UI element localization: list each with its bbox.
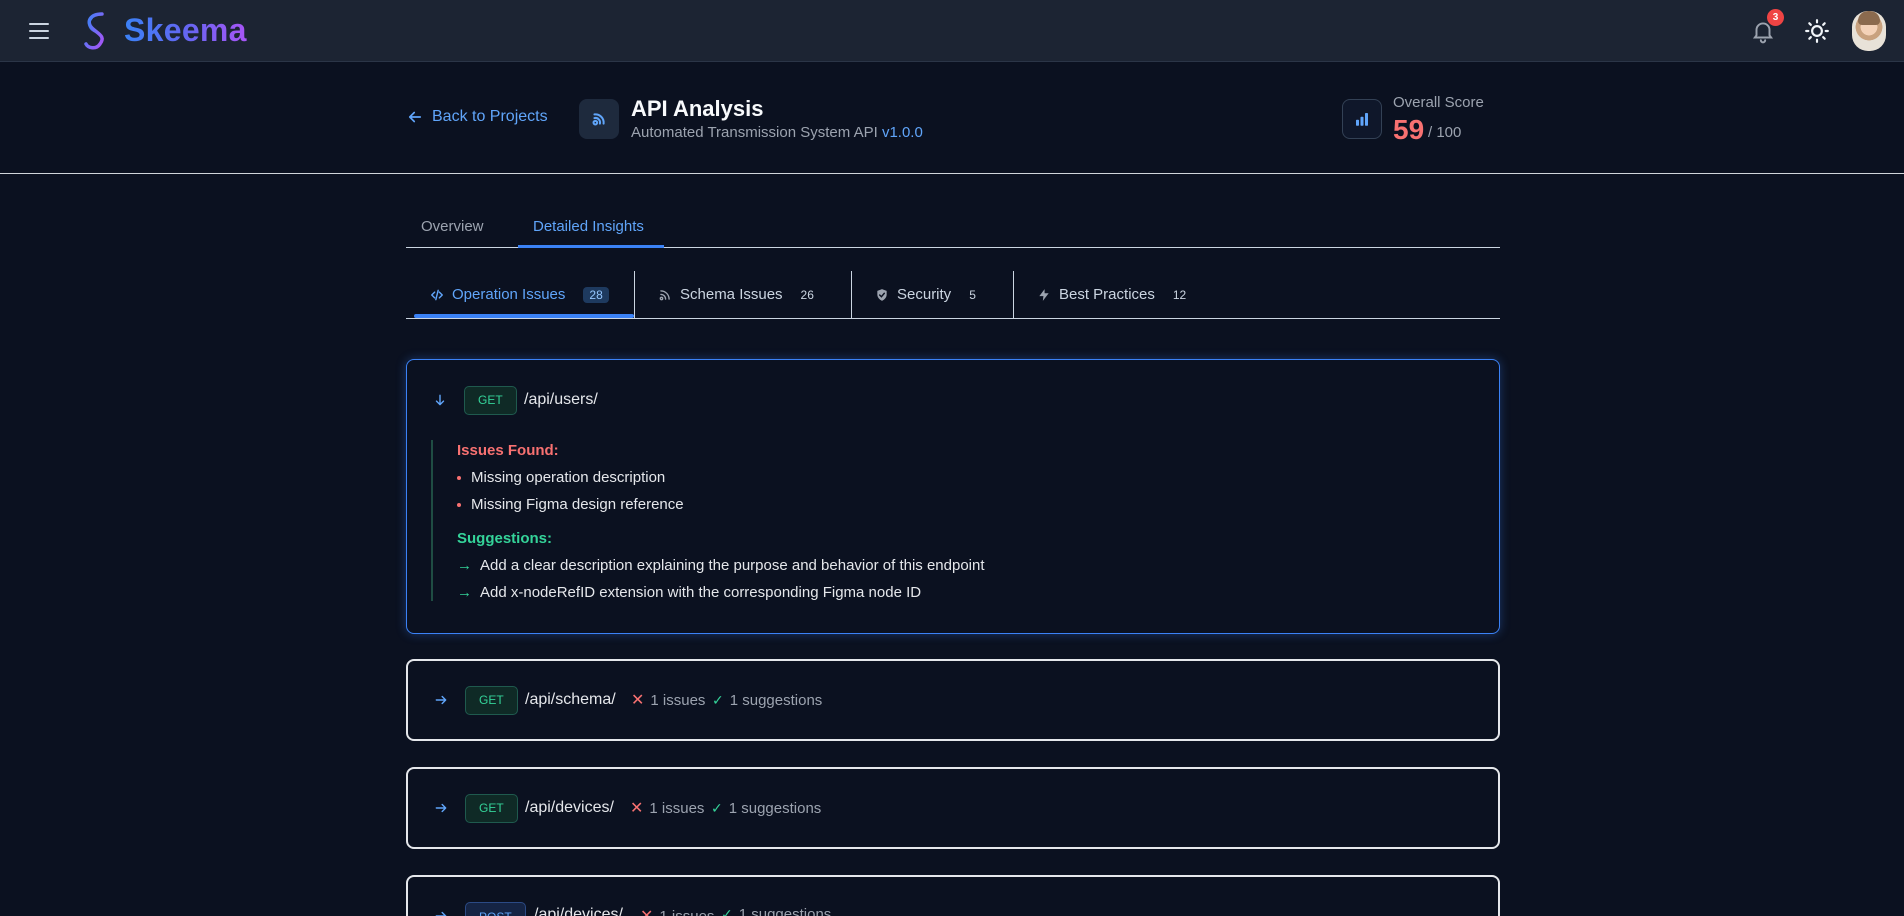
endpoint-card-header[interactable]: GET /api/schema/ ✕ 1 issues ✓ 1 suggestion…: [408, 661, 1498, 739]
tab-label: Security: [897, 286, 952, 303]
rss-icon: [659, 289, 670, 300]
tab-schema-issues[interactable]: Schema Issues 26: [634, 271, 852, 318]
arrow-right-icon[interactable]: [434, 909, 448, 916]
suggestion-text: Add x-nodeRefID extension with the corre…: [480, 584, 922, 601]
page-title: API Analysis: [631, 96, 764, 121]
arrow-left-icon: [408, 111, 422, 123]
tab-label: Schema Issues: [680, 286, 783, 303]
chevron-down-arrow-icon[interactable]: [433, 393, 447, 407]
endpoint-card: GET /api/schema/ ✕ 1 issues ✓ 1 suggestion…: [406, 659, 1500, 741]
overall-score-value: 59: [1393, 114, 1425, 145]
insight-subtabs: Operation Issues 28 Schema Issues 26 Sec…: [406, 271, 1500, 319]
suggestion-item: → Add a clear description explaining the …: [457, 557, 1471, 574]
endpoint-path: /api/users/: [524, 391, 598, 408]
issue-text: Missing Figma design reference: [471, 496, 684, 513]
hamburger-menu-icon[interactable]: [29, 22, 51, 40]
endpoint-card-header[interactable]: POST /api/devices/ ✕ 1 issues ✓ 1 suggesti…: [408, 877, 1498, 916]
brand-name[interactable]: Skeema: [124, 12, 247, 49]
tab-count-badge: 26: [800, 287, 814, 302]
code-icon: [431, 289, 443, 300]
suggestions-count: ✓ 1 suggestions: [721, 906, 831, 916]
endpoint-card: POST /api/devices/ ✕ 1 issues ✓ 1 suggesti…: [406, 875, 1500, 916]
check-icon: ✓: [712, 691, 724, 708]
x-icon: ✕: [630, 800, 644, 817]
tab-operation-issues[interactable]: Operation Issues 28: [406, 271, 634, 318]
suggestions-count-text: 1 suggestions: [738, 906, 832, 916]
endpoint-card: GET /api/devices/ ✕ 1 issues ✓ 1 suggestio…: [406, 767, 1500, 849]
tab-label: Best Practices: [1059, 286, 1155, 303]
endpoint-path: /api/devices/: [525, 799, 614, 816]
issues-count: ✕ 1 issues: [631, 690, 705, 710]
top-navbar: Skeema 3: [0, 0, 1904, 62]
issues-count-text: 1 issues: [650, 691, 706, 709]
tab-count-badge: 28: [583, 286, 609, 303]
tab-security[interactable]: Security 5: [851, 271, 1013, 318]
check-icon: ✓: [721, 906, 733, 916]
check-icon: ✓: [711, 799, 723, 816]
bullet-icon: [457, 475, 461, 480]
suggestions-count-text: 1 suggestions: [729, 691, 823, 709]
notification-count-badge: 3: [1767, 9, 1784, 26]
endpoint-path: /api/schema/: [525, 691, 616, 708]
arrow-right-icon: →: [457, 557, 472, 574]
overall-score-label: Overall Score: [1393, 94, 1484, 111]
tab-detailed-insights[interactable]: Detailed Insights: [533, 218, 644, 235]
analysis-header: Back to Projects API Analysis Automated …: [0, 62, 1904, 174]
issues-count-text: 1 issues: [649, 799, 705, 817]
endpoint-card-header[interactable]: GET /api/devices/ ✕ 1 issues ✓ 1 suggestio…: [408, 769, 1498, 847]
active-subtab-indicator: [414, 314, 634, 318]
suggestions-count: ✓ 1 suggestions: [712, 692, 822, 709]
endpoint-path: /api/devices/: [534, 906, 623, 916]
issue-text: Missing operation description: [471, 469, 666, 486]
user-avatar[interactable]: [1852, 11, 1886, 51]
issues-count: ✕ 1 issues: [640, 906, 714, 916]
active-tab-indicator: [518, 245, 664, 248]
issues-count-text: 1 issues: [659, 907, 715, 916]
suggestions-count: ✓ 1 suggestions: [711, 800, 821, 817]
tab-label: Operation Issues: [452, 286, 566, 303]
x-icon: ✕: [640, 906, 653, 916]
lightning-icon: [1039, 288, 1049, 301]
x-icon: ✕: [631, 692, 645, 709]
issue-item: Missing operation description: [457, 469, 1471, 486]
http-method-badge: GET: [464, 385, 517, 415]
overall-score-max: / 100: [1428, 124, 1462, 141]
http-method-badge: GET: [465, 793, 518, 823]
endpoint-card: GET /api/users/ Issues Found: Missing op…: [406, 359, 1500, 634]
skeema-logo-icon: [84, 12, 104, 50]
http-method-badge: POST: [465, 902, 526, 916]
tab-best-practices[interactable]: Best Practices 12: [1013, 271, 1213, 318]
suggestion-item: → Add x-nodeRefID extension with the corr…: [457, 584, 1471, 601]
back-to-projects-link[interactable]: Back to Projects: [406, 108, 548, 126]
tab-count-badge: 5: [969, 287, 976, 302]
suggestions-count-text: 1 suggestions: [728, 799, 822, 817]
bullet-icon: [457, 502, 461, 507]
suggestion-text: Add a clear description explaining the p…: [480, 557, 985, 574]
main-tabs: Overview Detailed Insights: [406, 210, 1500, 248]
arrow-right-icon[interactable]: [434, 693, 448, 707]
arrow-right-icon[interactable]: [434, 801, 448, 815]
theme-toggle-sun-icon[interactable]: [1804, 18, 1830, 44]
issue-item: Missing Figma design reference: [457, 496, 1471, 513]
endpoint-details: Issues Found: Missing operation descript…: [431, 440, 1471, 601]
api-name: Automated Transmission System API: [631, 124, 878, 141]
back-link-label: Back to Projects: [432, 108, 548, 125]
bar-chart-icon: [1342, 99, 1382, 139]
http-method-badge: GET: [465, 685, 518, 715]
issues-heading: Issues Found:: [457, 442, 559, 459]
tab-count-badge: 12: [1172, 287, 1187, 302]
api-version: v1.0.0: [881, 124, 923, 141]
issues-count: ✕ 1 issues: [630, 798, 704, 818]
endpoint-card-header[interactable]: GET /api/users/: [407, 360, 1499, 440]
arrow-right-icon: →: [457, 584, 472, 601]
shield-icon: [877, 288, 887, 301]
suggestions-heading: Suggestions:: [457, 530, 553, 547]
tab-overview[interactable]: Overview: [421, 218, 484, 235]
api-icon: [579, 99, 619, 139]
api-subtitle: Automated Transmission System API v1.0.0: [631, 124, 923, 141]
